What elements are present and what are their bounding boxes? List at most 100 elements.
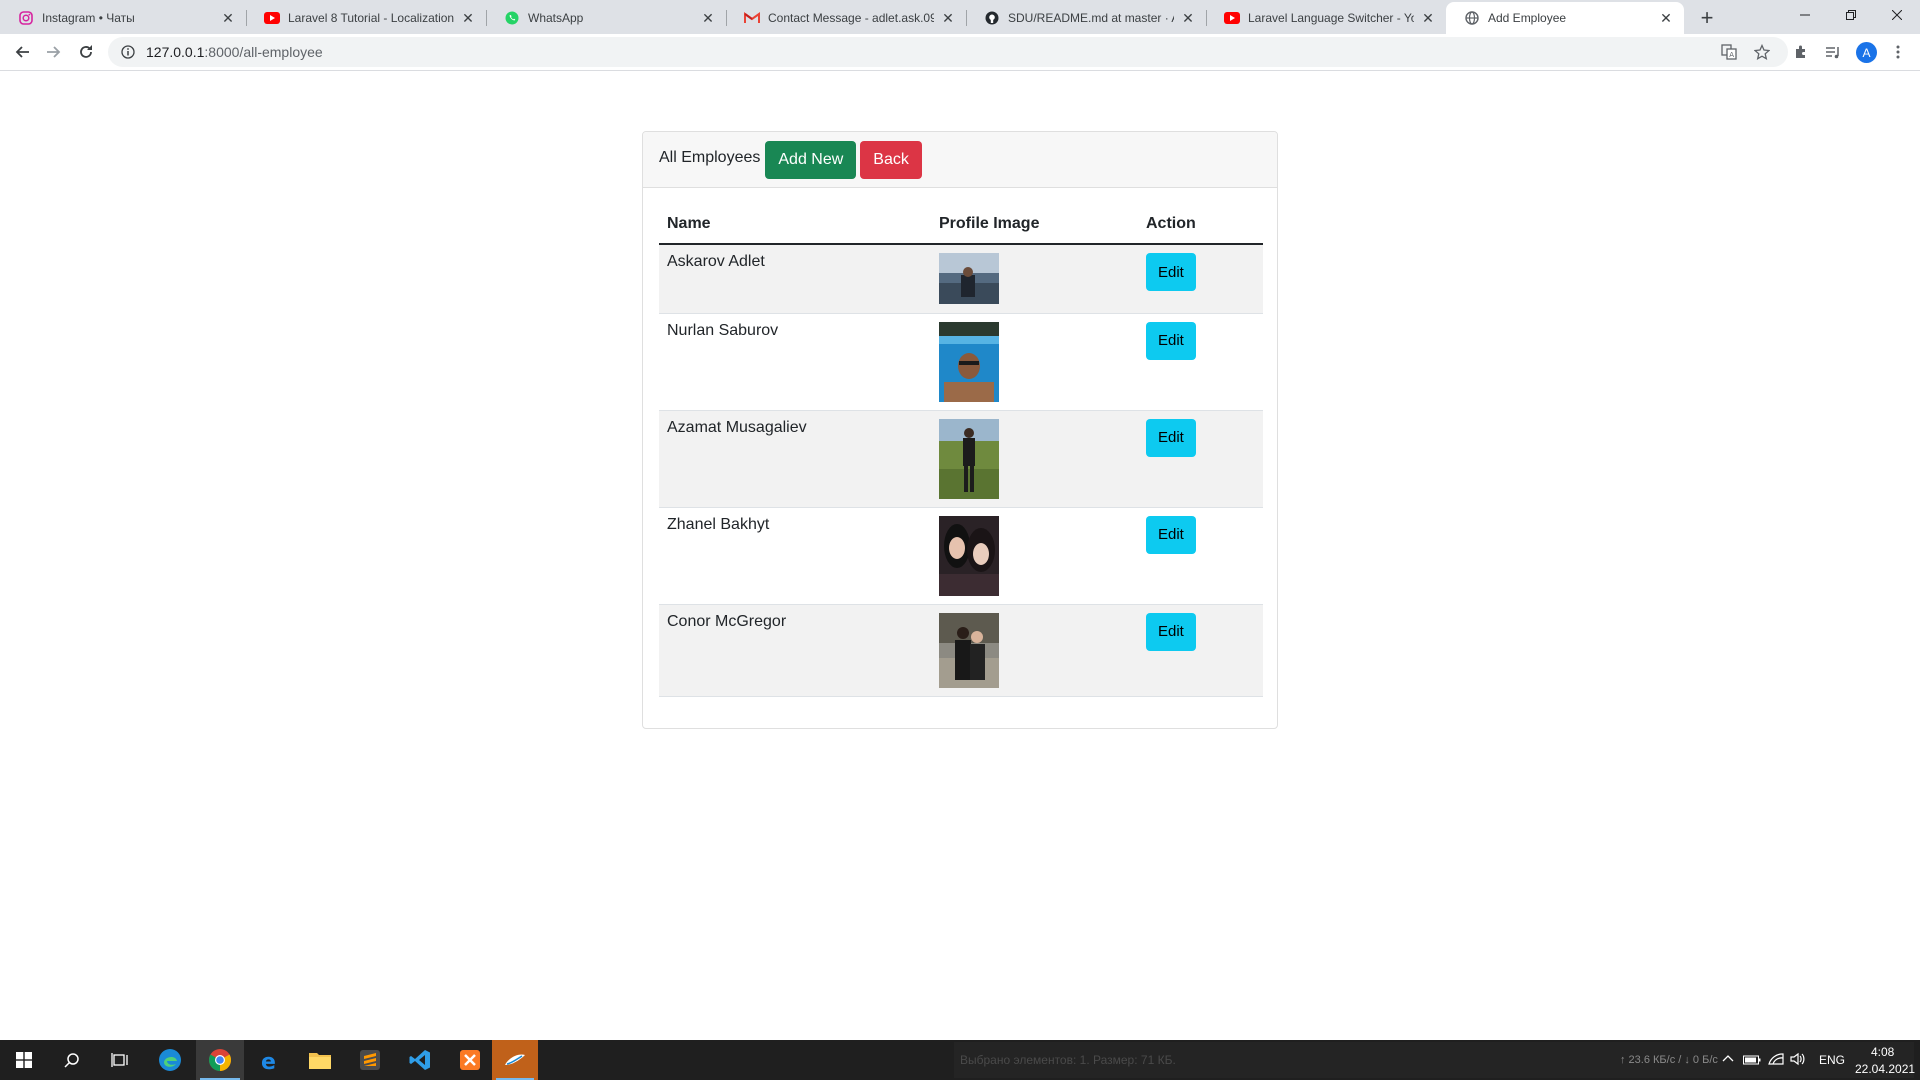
action-cell: Edit [1138,244,1263,314]
table-row: Zhanel Bakhyt Edit [659,507,1263,605]
gmail-icon [744,10,760,26]
employee-name: Nurlan Saburov [659,313,931,411]
back-button[interactable]: Back [860,140,922,179]
close-icon[interactable]: ✕ [1180,10,1196,26]
youtube-icon [1224,10,1240,26]
wifi-icon[interactable] [1768,1052,1784,1071]
task-view-icon[interactable] [96,1040,144,1080]
tab-title: Laravel 8 Tutorial - Localization - [288,11,454,25]
tab-title: Laravel Language Switcher - YouT [1248,11,1414,25]
search-icon[interactable] [48,1040,96,1080]
close-icon[interactable]: ✕ [940,10,956,26]
tab-title: Add Employee [1488,11,1567,25]
tab-instagram[interactable]: Instagram • Чаты ✕ [0,2,246,34]
column-header-action: Action [1138,204,1263,245]
employees-table: Name Profile Image Action Askarov Adlet [659,204,1263,697]
svg-text:e: e [261,1050,276,1072]
column-header-profile-image: Profile Image [931,204,1138,245]
tab-title: WhatsApp [528,11,584,25]
edit-button[interactable]: Edit [1146,418,1196,457]
tab-whatsapp[interactable]: WhatsApp ✕ [486,2,726,34]
profile-image-cell [931,313,1138,411]
sublime-text-icon[interactable] [346,1040,394,1080]
forward-arrow-icon[interactable] [40,38,68,66]
profile-image-cell [931,410,1138,508]
youtube-icon [264,10,280,26]
volume-icon[interactable] [1790,1052,1806,1071]
table-row: Conor McGregor Edit [659,604,1263,697]
profile-image [939,321,999,402]
tab-title: Instagram • Чаты [42,11,135,25]
table-row: Askarov Adlet Edit [659,244,1263,314]
extensions-icon[interactable] [1790,41,1812,63]
restore-icon[interactable] [1828,0,1874,30]
close-icon[interactable]: ✕ [460,10,476,26]
profile-image [939,612,999,688]
github-icon [984,10,1000,26]
media-control-icon[interactable] [1822,41,1844,63]
url-path: :8000/all-employee [204,44,323,60]
tab-title: Contact Message - adlet.ask.09@ [768,11,934,25]
employees-card: All Employees Add New Back Name Profile … [642,131,1278,729]
vscode-icon[interactable] [396,1040,444,1080]
translate-icon[interactable]: A [1718,41,1740,63]
new-tab-button[interactable]: + [1693,4,1721,32]
profile-image [939,253,999,304]
table-row: Nurlan Saburov Edit [659,313,1263,411]
clock-date[interactable]: 22.04.2021 [1855,1062,1915,1076]
language-indicator[interactable]: ENG [1819,1053,1845,1067]
employee-name: Azamat Musagaliev [659,410,931,508]
edit-button[interactable]: Edit [1146,612,1196,651]
tab-add-employee[interactable]: Add Employee ✕ [1446,2,1684,34]
file-explorer-icon[interactable] [296,1040,344,1080]
action-cell: Edit [1138,507,1263,605]
xampp-icon[interactable] [446,1040,494,1080]
table-header-row: Name Profile Image Action [659,204,1263,245]
tab-github[interactable]: SDU/README.md at master · Ask ✕ [966,2,1206,34]
add-new-button[interactable]: Add New [765,140,857,179]
column-header-name: Name [659,204,931,245]
back-arrow-icon[interactable] [8,38,36,66]
instagram-icon [18,10,34,26]
url-host: 127.0.0.1 [146,44,205,60]
profile-avatar[interactable]: A [1856,42,1877,63]
close-icon[interactable]: ✕ [1420,10,1436,26]
app-icon[interactable] [492,1040,538,1080]
edit-button[interactable]: Edit [1146,253,1196,291]
bookmark-star-icon[interactable] [1751,41,1773,63]
profile-image-cell [931,507,1138,605]
internet-explorer-icon[interactable]: e [246,1040,294,1080]
info-icon[interactable] [120,44,136,60]
tab-laravel-localization[interactable]: Laravel 8 Tutorial - Localization - ✕ [246,2,486,34]
chevron-up-icon[interactable] [1722,1052,1734,1070]
action-cell: Edit [1138,604,1263,697]
tab-laravel-language-switcher[interactable]: Laravel Language Switcher - YouT ✕ [1206,2,1446,34]
edge-icon[interactable] [146,1040,194,1080]
kebab-menu-icon[interactable] [1887,41,1909,63]
clock-time[interactable]: 4:08 [1871,1045,1894,1059]
browser-toolbar: 127.0.0.1 :8000/all-employee A A [0,34,1920,71]
battery-icon[interactable] [1743,1053,1761,1071]
reload-icon[interactable] [72,38,100,66]
employee-name: Zhanel Bakhyt [659,507,931,605]
profile-image [939,515,999,596]
profile-image [939,418,999,499]
close-window-icon[interactable] [1874,0,1920,30]
edit-button[interactable]: Edit [1146,515,1196,554]
tab-gmail[interactable]: Contact Message - adlet.ask.09@ ✕ [726,2,966,34]
action-cell: Edit [1138,313,1263,411]
globe-icon [1464,10,1480,26]
profile-image-cell [931,604,1138,697]
edit-button[interactable]: Edit [1146,321,1196,360]
minimize-icon[interactable] [1782,0,1828,30]
action-cell: Edit [1138,410,1263,508]
profile-image-cell [931,244,1138,314]
windows-start-icon[interactable] [0,1040,48,1080]
address-bar[interactable]: 127.0.0.1 :8000/all-employee [108,37,1788,67]
close-icon[interactable]: ✕ [220,10,236,26]
close-icon[interactable]: ✕ [1658,10,1674,26]
chrome-icon[interactable] [196,1040,244,1080]
card-header: All Employees Add New Back [643,132,1277,188]
employee-name: Conor McGregor [659,604,931,697]
close-icon[interactable]: ✕ [700,10,716,26]
